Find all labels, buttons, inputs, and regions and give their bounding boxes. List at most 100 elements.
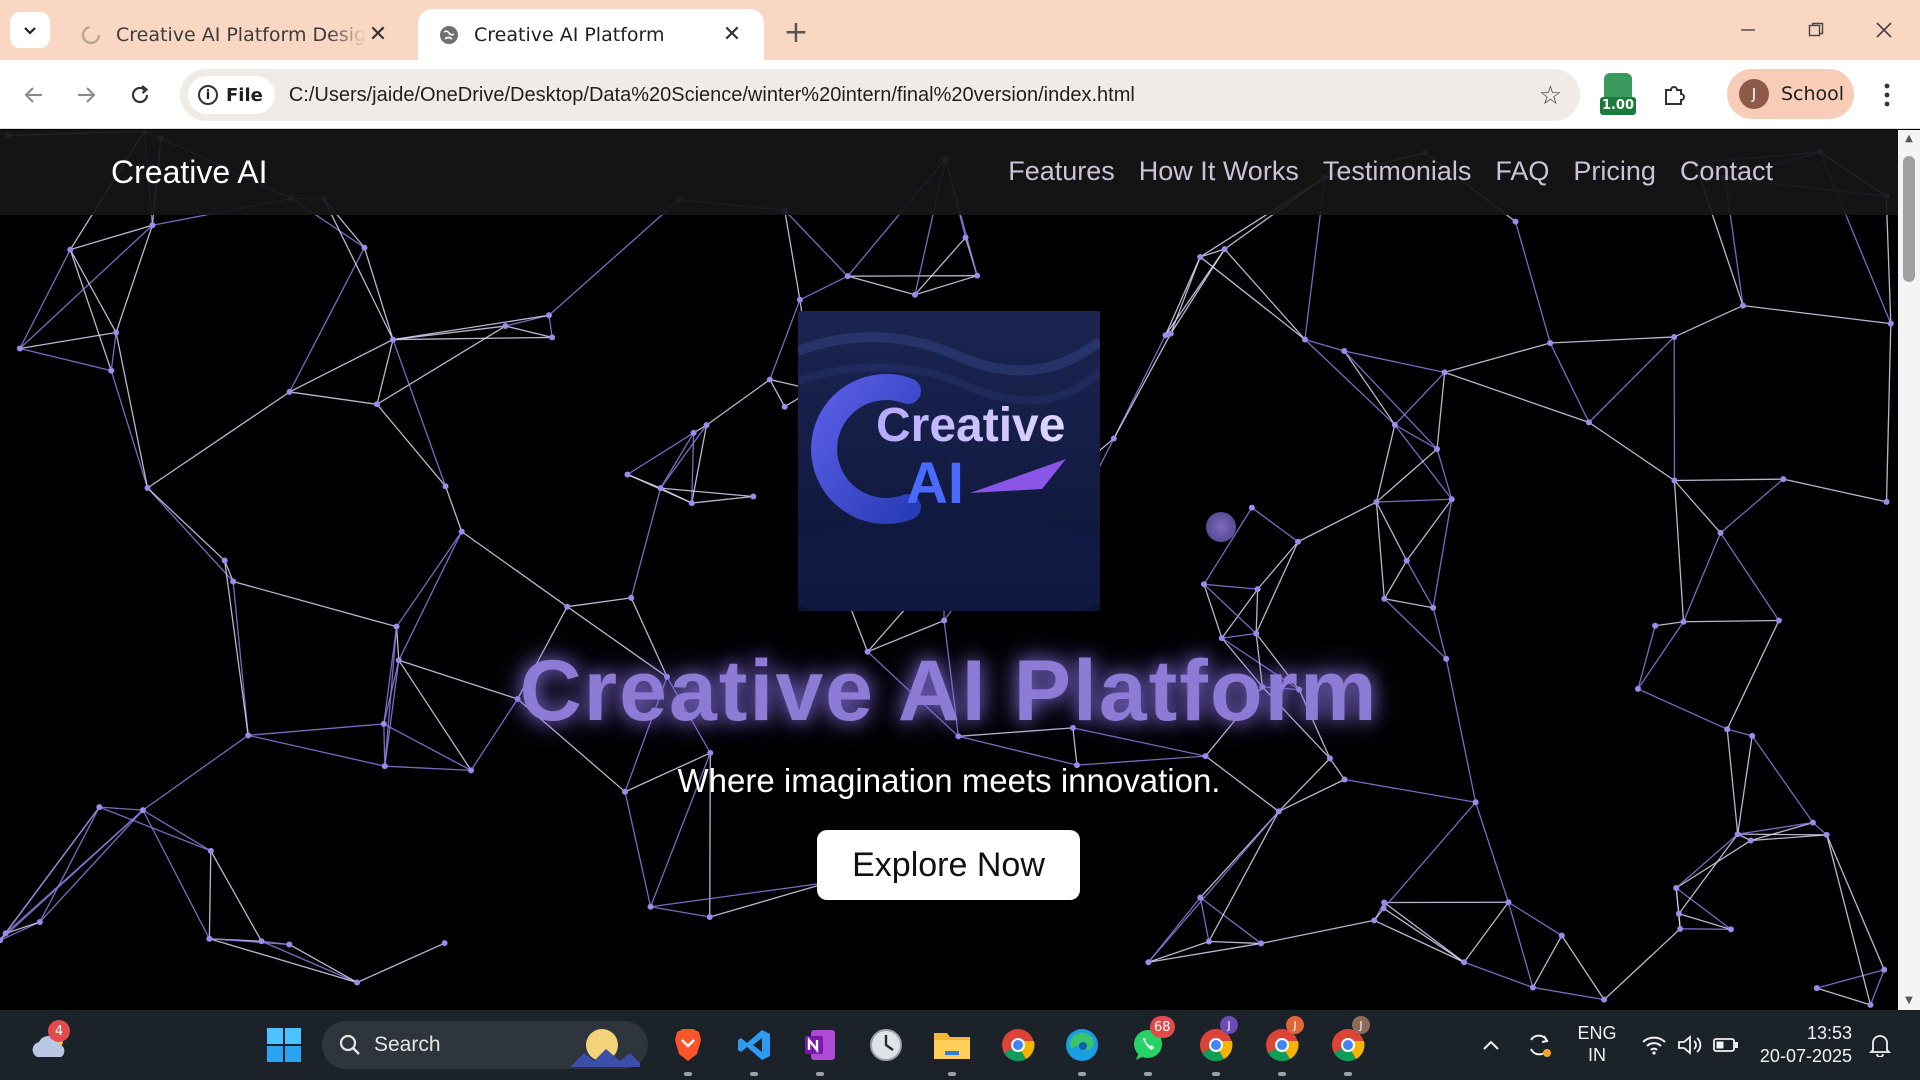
- network-line: [1394, 371, 1446, 426]
- scrollbar-thumb[interactable]: [1903, 156, 1915, 282]
- nav-link-pricing[interactable]: Pricing: [1573, 156, 1656, 187]
- scroll-down-icon[interactable]: ▼: [1903, 996, 1915, 1006]
- taskbar-search-box[interactable]: Search: [322, 1021, 648, 1069]
- network-line: [505, 325, 553, 339]
- reload-button[interactable]: [120, 75, 160, 115]
- browser-menu-button[interactable]: [1872, 75, 1902, 115]
- url-text[interactable]: C:/Users/jaide/OneDrive/Desktop/Data%20S…: [289, 84, 1135, 107]
- profile-name: School: [1781, 83, 1845, 105]
- network-node: [1585, 419, 1592, 426]
- back-button[interactable]: [14, 75, 54, 115]
- network-node: [1258, 940, 1265, 947]
- clock-date[interactable]: 13:53 20-07-2025: [1752, 1022, 1852, 1068]
- network-node: [1326, 755, 1333, 762]
- tab-title: Creative AI Platform: [474, 23, 665, 46]
- chrome-app[interactable]: [996, 1010, 1040, 1080]
- windows-taskbar: 4 Search 68 J J J ENG IN 13:53 20-07-202…: [0, 1010, 1920, 1080]
- network-line: [650, 881, 830, 908]
- onenote-icon: [805, 1030, 835, 1060]
- vscode-app[interactable]: [732, 1010, 776, 1080]
- profile-button[interactable]: J School: [1727, 69, 1854, 119]
- network-line: [660, 432, 695, 489]
- chrome-profile-app[interactable]: J: [1260, 1010, 1304, 1080]
- network-node: [1391, 421, 1398, 428]
- nav-link-contact[interactable]: Contact: [1680, 156, 1773, 187]
- brave-browser-app[interactable]: [668, 1010, 708, 1080]
- region-label: IN: [1588, 1045, 1606, 1065]
- network-node: [1341, 347, 1348, 354]
- language-indicator[interactable]: ENG IN: [1570, 1022, 1624, 1066]
- nav-link-testimonials[interactable]: Testimonials: [1323, 156, 1472, 187]
- brand-logo-text[interactable]: Creative AI: [111, 154, 268, 191]
- network-node: [206, 935, 213, 942]
- network-line: [1260, 919, 1375, 945]
- clock-app[interactable]: [864, 1010, 908, 1080]
- site-info-button[interactable]: i File: [188, 76, 275, 114]
- new-tab-button[interactable]: +: [778, 14, 814, 50]
- network-node: [1673, 885, 1680, 892]
- explore-now-button[interactable]: Explore Now: [817, 830, 1080, 900]
- network-line: [1675, 833, 1739, 889]
- notifications-button[interactable]: [1862, 1010, 1898, 1080]
- address-bar[interactable]: i File C:/Users/jaide/OneDrive/Desktop/D…: [180, 69, 1580, 121]
- search-label: Search: [374, 1033, 441, 1056]
- network-node: [1197, 894, 1204, 901]
- network-line: [1532, 935, 1563, 988]
- network-node: [1205, 938, 1212, 945]
- nav-link-how-it-works[interactable]: How It Works: [1139, 156, 1299, 187]
- restore-icon: [1808, 22, 1824, 37]
- tab-creative-ai-platform[interactable]: Creative AI Platform ✕: [418, 9, 764, 60]
- wifi-status[interactable]: [1636, 1010, 1672, 1080]
- onenote-app[interactable]: [798, 1010, 842, 1080]
- restore-button[interactable]: [1786, 10, 1846, 50]
- close-tab-icon[interactable]: ✕: [366, 22, 390, 47]
- globe-icon: [440, 25, 458, 44]
- network-node: [564, 603, 571, 610]
- network-line: [1199, 897, 1262, 944]
- network-line: [115, 332, 149, 489]
- file-explorer-app[interactable]: [930, 1010, 974, 1080]
- network-line: [289, 247, 366, 393]
- nav-link-faq[interactable]: FAQ: [1495, 156, 1549, 187]
- network-line: [624, 791, 652, 907]
- edge-app[interactable]: [1060, 1010, 1104, 1080]
- nav-link-features[interactable]: Features: [1008, 156, 1115, 187]
- volume-status[interactable]: [1672, 1010, 1708, 1080]
- forward-button[interactable]: [66, 75, 106, 115]
- folder-icon: [934, 1033, 970, 1059]
- running-indicator: [1278, 1072, 1286, 1076]
- tab-search-button[interactable]: [10, 12, 50, 48]
- network-line: [1297, 501, 1377, 543]
- network-node: [1652, 622, 1659, 629]
- network-line: [627, 473, 661, 489]
- weather-widget[interactable]: 4: [24, 1010, 76, 1080]
- tab-design[interactable]: Creative AI Platform Design - G ✕: [60, 9, 410, 60]
- battery-status[interactable]: [1708, 1010, 1744, 1080]
- network-node: [1403, 557, 1410, 564]
- start-button[interactable]: [262, 1010, 306, 1080]
- network-node: [1671, 477, 1678, 484]
- tab-title: Creative AI Platform Design - G: [116, 23, 366, 46]
- extension-badge-button[interactable]: 1.00: [1598, 73, 1638, 115]
- running-indicator: [684, 1072, 692, 1076]
- bookmark-star-icon[interactable]: ☆: [1539, 81, 1562, 111]
- page-scrollbar[interactable]: ▲ ▼: [1898, 130, 1920, 1010]
- close-window-button[interactable]: [1854, 10, 1914, 50]
- scroll-up-icon[interactable]: ▲: [1903, 134, 1915, 144]
- chrome-profile-app[interactable]: J: [1326, 1010, 1370, 1080]
- running-indicator: [750, 1072, 758, 1076]
- wifi-icon: [1642, 1036, 1666, 1055]
- chrome-profile-app[interactable]: J: [1194, 1010, 1238, 1080]
- network-line: [1683, 619, 1779, 623]
- sync-tray-button[interactable]: [1522, 1010, 1556, 1080]
- close-tab-icon[interactable]: ✕: [720, 22, 744, 47]
- extensions-button[interactable]: [1655, 75, 1695, 115]
- network-node: [1162, 332, 1169, 339]
- network-node: [67, 246, 74, 253]
- network-line: [1678, 913, 1732, 930]
- whatsapp-app[interactable]: 68: [1126, 1010, 1175, 1080]
- minimize-button[interactable]: [1718, 10, 1778, 50]
- network-line: [1816, 969, 1885, 989]
- network-node: [1248, 504, 1255, 511]
- show-hidden-icons-button[interactable]: [1478, 1010, 1504, 1080]
